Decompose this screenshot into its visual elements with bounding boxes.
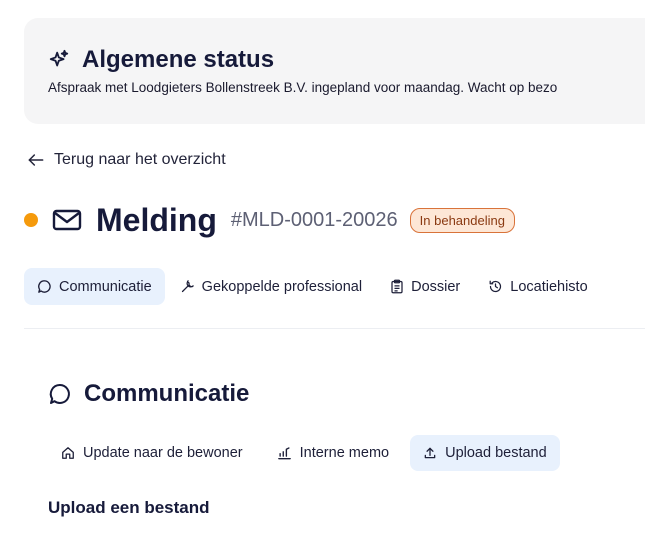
section-header: Communicatie: [48, 380, 249, 408]
tab-gekoppelde-professional[interactable]: Gekoppelde professional: [167, 268, 375, 305]
tab-label: Gekoppelde professional: [201, 278, 363, 295]
memo-icon: [277, 446, 292, 460]
chat-bubble-icon: [48, 382, 72, 406]
chat-bubble-icon: [37, 279, 52, 294]
status-title-row: Algemene status: [48, 46, 274, 74]
status-card: Algemene status Afspraak met Loodgieters…: [24, 18, 645, 124]
subtab-label: Upload bestand: [445, 445, 547, 461]
status-text: Afspraak met Loodgieters Bollenstreek B.…: [48, 80, 558, 95]
status-badge: In behandeling: [409, 207, 515, 233]
arrow-left-icon: [26, 150, 46, 170]
tab-communicatie[interactable]: Communicatie: [24, 268, 165, 305]
subtab-label: Update naar de bewoner: [83, 445, 243, 461]
subtab-update-bewoner[interactable]: Update naar de bewoner: [48, 435, 256, 471]
history-icon: [488, 279, 503, 294]
upload-icon: [423, 446, 437, 460]
communication-type-tabs: Update naar de bewoner Interne memo Uplo…: [48, 435, 568, 471]
tab-label: Dossier: [411, 278, 461, 295]
tab-locatiehistorie[interactable]: Locatiehisto: [475, 268, 600, 305]
reference-number: #MLD-0001-20026: [230, 208, 398, 231]
tab-label: Locatiehisto: [510, 278, 588, 295]
subtab-label: Interne memo: [299, 445, 390, 461]
section-title: Communicatie: [84, 380, 250, 407]
status-title: Algemene status: [82, 46, 275, 73]
subtab-interne-memo[interactable]: Interne memo: [264, 435, 402, 471]
tab-bar: Communicatie Gekoppelde professional Dos…: [24, 268, 603, 305]
page-title: Melding: [96, 201, 217, 238]
upload-heading: Upload een bestand: [48, 498, 210, 517]
home-icon: [61, 446, 75, 460]
wrench-icon: [180, 279, 195, 294]
tab-dossier[interactable]: Dossier: [377, 268, 473, 305]
status-dot: [24, 213, 38, 227]
mail-icon: [52, 208, 82, 232]
back-link[interactable]: Terug naar het overzicht: [26, 150, 226, 170]
clipboard-icon: [390, 279, 404, 294]
sparkles-icon: [48, 49, 70, 71]
page-header: Melding #MLD-0001-20026 In behandeling: [24, 200, 515, 240]
subtab-upload-bestand[interactable]: Upload bestand: [410, 435, 560, 471]
divider: [24, 328, 645, 329]
tab-label: Communicatie: [59, 278, 152, 295]
back-link-label: Terug naar het overzicht: [54, 151, 226, 168]
